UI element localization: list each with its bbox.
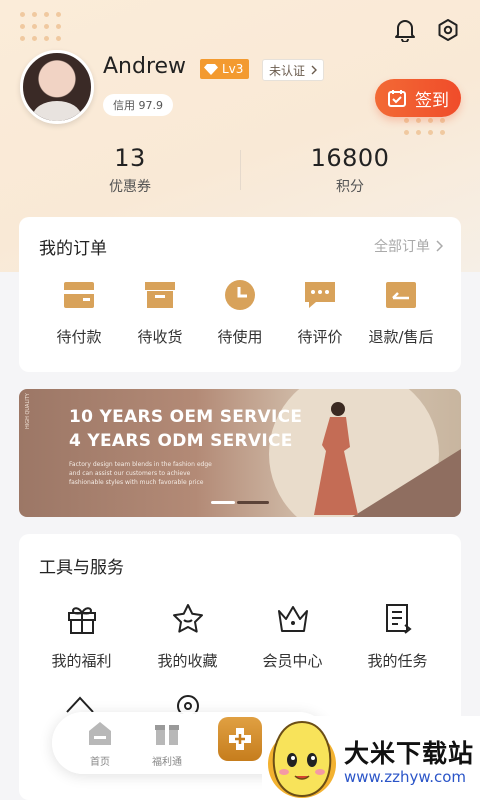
mascot-logo: [268, 720, 336, 798]
tools-title: 工具与服务: [39, 558, 124, 578]
banner-indicator[interactable]: [237, 501, 269, 504]
home-outline-icon: [66, 696, 94, 713]
points-count: 16800: [310, 144, 390, 172]
comment-icon: [304, 279, 336, 311]
watermark-url: www.zzhyw.com: [344, 768, 467, 786]
publish-button[interactable]: [218, 717, 262, 761]
order-label: 待使用: [217, 328, 263, 346]
credit-score: 信用 97.9: [103, 94, 173, 116]
location-icon: [177, 695, 199, 714]
diamond-icon: [204, 63, 218, 75]
order-pending-review[interactable]: 待评价: [279, 279, 361, 347]
box-icon: [144, 279, 176, 311]
gift-tab-icon: [155, 725, 179, 745]
level-label: Lv3: [222, 62, 244, 76]
banner-headline: 4 YEARS ODM SERVICE: [69, 431, 293, 451]
points-stat[interactable]: 16800 积分: [240, 144, 460, 196]
model-figure: [314, 402, 358, 515]
level-badge: Lv3: [200, 59, 250, 79]
chevron-right-icon: [311, 65, 318, 75]
tab-label: 福利通: [152, 757, 182, 768]
username: Andrew: [103, 54, 187, 79]
orders-card: 我的订单 全部订单 待付款 待收货 待使用 待评价 退款/售后: [19, 217, 461, 372]
order-label: 待评价: [297, 328, 343, 346]
banner-decoration: [349, 449, 461, 517]
tool-my-favorites[interactable]: 我的收藏: [135, 602, 240, 671]
task-icon: [381, 602, 415, 636]
banner-body: Factory design team blends in the fashio…: [69, 461, 212, 486]
signin-label: 签到: [415, 90, 449, 111]
order-pending-payment[interactable]: 待付款: [38, 279, 120, 347]
promo-banner[interactable]: HIGH QUALITY 10 YEARS OEM SERVICE 4 YEAR…: [19, 389, 461, 517]
tool-my-tasks[interactable]: 我的任务: [345, 602, 450, 671]
order-label: 待收货: [137, 328, 183, 346]
tool-label: 我的福利: [51, 652, 112, 670]
order-refund[interactable]: 退款/售后: [360, 279, 442, 347]
star-icon: [171, 602, 205, 636]
order-pending-receipt[interactable]: 待收货: [119, 279, 201, 347]
all-orders-label: 全部订单: [374, 239, 430, 255]
order-label: 待付款: [56, 328, 102, 346]
banner-indicator-active[interactable]: [211, 501, 235, 504]
verify-status-tag[interactable]: 未认证: [262, 59, 325, 81]
chevron-right-icon: [436, 240, 443, 252]
orders-title: 我的订单: [39, 239, 107, 259]
tab-label: 首页: [90, 757, 110, 768]
tool-label: 我的任务: [367, 652, 428, 670]
decorative-dots: [404, 118, 445, 135]
coupon-count: 13: [114, 144, 146, 172]
tool-label: 会员中心: [262, 652, 323, 670]
coupon-stat[interactable]: 13 优惠券: [20, 144, 240, 196]
tab-welfare[interactable]: 福利通: [137, 720, 197, 768]
calendar-check-icon: [388, 90, 406, 107]
avatar[interactable]: [20, 50, 94, 124]
tool-label: 我的收藏: [157, 652, 218, 670]
tool-member-center[interactable]: 会员中心: [240, 602, 345, 671]
site-watermark: 大米下载站 www.zzhyw.com: [262, 716, 480, 800]
all-orders-link[interactable]: 全部订单: [374, 236, 443, 256]
tool-my-benefits[interactable]: 我的福利: [29, 602, 134, 671]
bell-icon[interactable]: [391, 16, 419, 44]
banner-headline: 10 YEARS OEM SERVICE: [69, 407, 303, 427]
settings-icon[interactable]: [434, 16, 462, 44]
points-label: 积分: [336, 179, 364, 195]
banner-side-text: HIGH QUALITY: [25, 393, 31, 429]
gift-icon: [65, 602, 99, 636]
decorative-dots: [20, 12, 61, 41]
clock-icon: [224, 279, 256, 311]
signin-button[interactable]: 签到: [375, 79, 461, 117]
tab-home[interactable]: 首页: [70, 720, 130, 768]
coupon-label: 优惠券: [109, 179, 151, 195]
order-label: 退款/售后: [368, 328, 434, 346]
crown-icon: [276, 602, 310, 636]
home-icon: [89, 722, 111, 745]
verify-status-label: 未认证: [269, 63, 306, 78]
plus-icon: [229, 728, 251, 750]
refund-icon: [385, 279, 417, 311]
wallet-icon: [63, 279, 95, 311]
watermark-title: 大米下载站: [344, 739, 475, 768]
order-pending-use[interactable]: 待使用: [199, 279, 281, 347]
